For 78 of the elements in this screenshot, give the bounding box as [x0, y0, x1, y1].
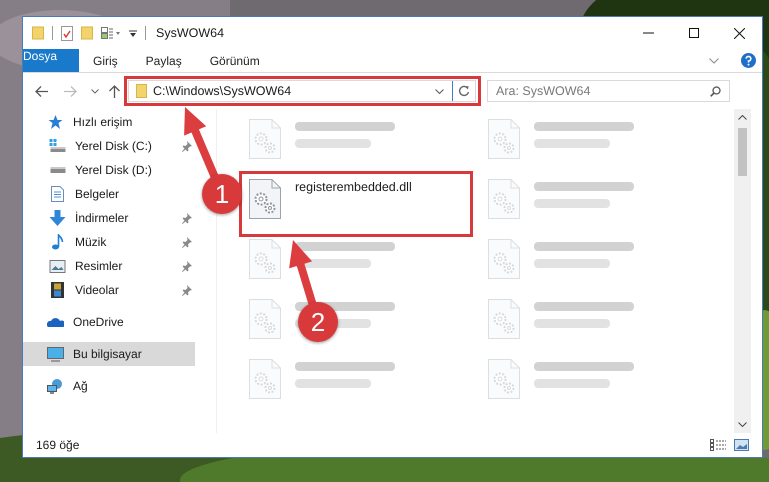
help-icon[interactable]: [741, 53, 756, 68]
nav-item[interactable]: Müzik: [23, 230, 195, 254]
ribbon-tab[interactable]: Görünüm: [196, 49, 274, 72]
drive-icon: [49, 139, 66, 153]
settings-file-icon: [249, 179, 281, 219]
settings-file-icon: [249, 299, 281, 339]
cloud-icon: [47, 317, 64, 327]
nav-label: OneDrive: [73, 315, 124, 329]
nav-label: Belgeler: [75, 187, 120, 201]
file-name: registerembedded.dll: [295, 180, 412, 194]
search-icon: [710, 86, 721, 97]
nav-item[interactable]: Resimler: [23, 254, 195, 278]
pin-icon[interactable]: [182, 140, 192, 152]
settings-file-icon: [488, 359, 520, 399]
nav-item[interactable]: Hızlı erişim: [23, 110, 171, 134]
item-count: 169 öğe: [36, 438, 80, 452]
search-field[interactable]: Ara: SysWOW64: [487, 80, 730, 102]
maximize-icon[interactable]: [689, 28, 699, 38]
nav-label: Ağ: [73, 379, 88, 393]
pin-icon[interactable]: [182, 212, 192, 224]
nav-label: Yerel Disk (D:): [75, 163, 153, 177]
up-arrow-icon[interactable]: [109, 84, 120, 98]
settings-file-icon: [249, 239, 281, 279]
ribbon-tab[interactable]: Giriş: [79, 49, 132, 72]
chevron-icon[interactable]: [709, 58, 719, 64]
nav-item[interactable]: OneDrive: [23, 310, 195, 334]
pin-icon[interactable]: [182, 260, 192, 272]
nav-label: Resimler: [75, 259, 124, 273]
nav-item[interactable]: Bu bilgisayar: [23, 342, 195, 366]
settings-file-icon: [488, 299, 520, 339]
nav-item[interactable]: Ağ: [23, 374, 195, 398]
caret-icon[interactable]: [91, 88, 99, 94]
scrollbar[interactable]: [734, 109, 751, 433]
music-note-icon: [49, 234, 66, 250]
checklist-icon[interactable]: [61, 26, 73, 40]
nav-item[interactable]: Yerel Disk (D:): [23, 158, 195, 182]
back-arrow-icon[interactable]: [35, 86, 48, 96]
nav-label: Müzik: [75, 235, 108, 249]
details-view-icon[interactable]: [710, 439, 726, 451]
address-path: C:\Windows\SysWOW64: [153, 84, 292, 98]
film-icon: [49, 282, 66, 298]
caret-icon[interactable]: [435, 88, 444, 94]
nav-item[interactable]: Yerel Disk (C:): [23, 134, 195, 158]
pin-icon[interactable]: [182, 236, 192, 248]
download-arrow-icon: [49, 210, 66, 226]
nav-item[interactable]: Belgeler: [23, 182, 195, 206]
ribbon-tab[interactable]: Paylaş: [132, 49, 196, 72]
nav-label: Bu bilgisayar: [73, 347, 142, 361]
scroll-thumb[interactable]: [738, 128, 747, 176]
nav-label: Videolar: [75, 283, 120, 297]
settings-file-icon: [249, 119, 281, 159]
settings-file-icon: [249, 359, 281, 399]
settings-file-icon: [488, 239, 520, 279]
nav-label: Yerel Disk (C:): [75, 139, 153, 153]
window-title: SysWOW64: [156, 26, 224, 40]
properties-icon[interactable]: [101, 27, 121, 39]
image-icon: [49, 260, 66, 272]
thumbnail-view-icon[interactable]: [734, 439, 749, 451]
network-icon: [47, 378, 64, 394]
star-icon: [47, 114, 64, 130]
nav-label: Hızlı erişim: [73, 115, 132, 129]
scroll-down-icon[interactable]: [738, 422, 747, 427]
settings-file-icon: [488, 119, 520, 159]
scroll-up-icon[interactable]: [738, 115, 747, 120]
close-icon[interactable]: [734, 28, 745, 38]
dropdown-icon[interactable]: [129, 28, 137, 38]
computer-icon: [47, 346, 64, 362]
nav-item[interactable]: İndirmeler: [23, 206, 195, 230]
refresh-icon[interactable]: [458, 85, 470, 97]
pin-icon[interactable]: [182, 284, 192, 296]
minimize-icon[interactable]: [643, 32, 654, 34]
nav-item[interactable]: Videolar: [23, 278, 195, 302]
address-bar[interactable]: C:\Windows\SysWOW64: [128, 80, 476, 102]
settings-file-icon: [488, 179, 520, 219]
folder-icon: [136, 84, 147, 98]
nav-label: İndirmeler: [75, 211, 130, 225]
document-icon: [49, 186, 66, 202]
drive-icon: [49, 167, 66, 173]
